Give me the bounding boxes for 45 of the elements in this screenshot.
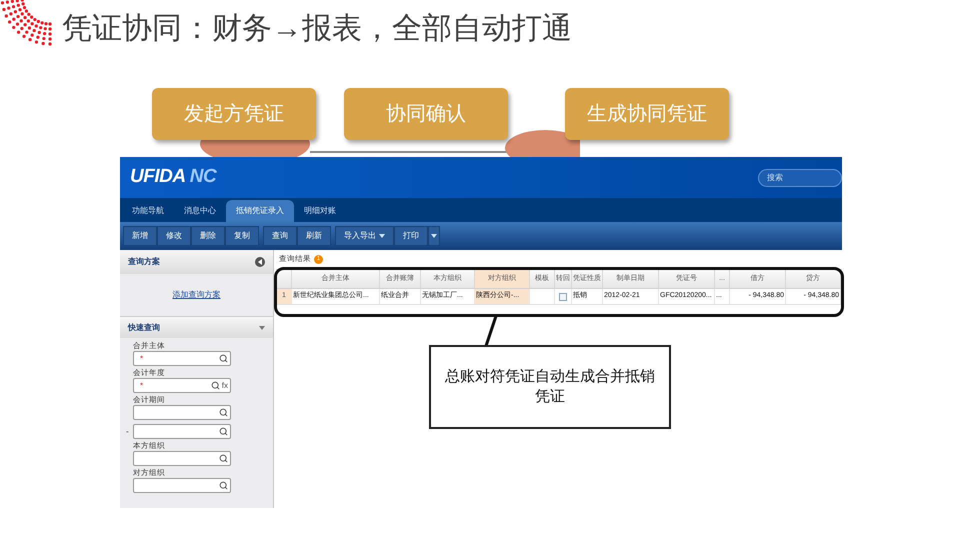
- toolbar-button[interactable]: 新增: [123, 226, 157, 246]
- search-icon[interactable]: [219, 454, 228, 463]
- caret-icon: [379, 234, 385, 238]
- app-logo: UFIDA NC: [130, 165, 216, 190]
- nav-tab[interactable]: 消息中心: [174, 200, 226, 222]
- toolbar-button[interactable]: 修改: [157, 226, 191, 246]
- flow-step: 生成协同凭证: [565, 88, 729, 140]
- lookup-field[interactable]: [133, 405, 231, 420]
- nav-tab[interactable]: 抵销凭证录入: [226, 200, 294, 222]
- panel-title: 查询方案: [128, 256, 160, 268]
- toolbar-button[interactable]: 删除: [191, 226, 225, 246]
- lookup-field[interactable]: [133, 478, 231, 493]
- caret-icon[interactable]: [259, 326, 265, 330]
- required-mark: *: [139, 352, 144, 364]
- lookup-field[interactable]: *: [133, 351, 231, 366]
- lookup-field[interactable]: [133, 451, 231, 466]
- toolbar-button[interactable]: 打印: [394, 226, 428, 246]
- panel-title: 快速查询: [128, 322, 160, 334]
- search-icon[interactable]: [219, 481, 228, 490]
- required-mark: *: [139, 380, 144, 392]
- lookup-field[interactable]: [133, 424, 231, 439]
- leader-line: [484, 316, 498, 346]
- toolbar-button[interactable]: 复制: [225, 226, 259, 246]
- checkbox[interactable]: [559, 292, 567, 300]
- add-query-link[interactable]: 添加查询方案: [172, 289, 220, 301]
- search-icon[interactable]: [219, 354, 228, 363]
- flow-step: 发起方凭证: [152, 88, 316, 140]
- callout-box: 总账对符凭证自动生成合并抵销凭证: [429, 345, 671, 429]
- nav-tab[interactable]: 明细对账: [294, 200, 346, 222]
- toolbar-button[interactable]: 查询: [263, 226, 297, 246]
- search-field[interactable]: 搜索: [758, 168, 842, 186]
- nav-tab[interactable]: 功能导航: [122, 200, 174, 222]
- caret-icon: [431, 234, 437, 238]
- toolbar-button[interactable]: 导入导出: [335, 226, 394, 246]
- collapse-icon[interactable]: [255, 257, 265, 267]
- toolbar-button[interactable]: 刷新: [297, 226, 331, 246]
- slide-title: 凭证协同：财务→报表，全部自动打通: [62, 12, 572, 45]
- search-icon[interactable]: [210, 381, 220, 390]
- formula-button[interactable]: fx: [222, 380, 228, 392]
- search-icon[interactable]: [219, 408, 228, 417]
- dropdown-button[interactable]: [428, 226, 440, 246]
- range-dash: -: [126, 426, 130, 438]
- search-icon[interactable]: [219, 427, 228, 436]
- flow-step: 协同确认: [344, 88, 508, 140]
- lookup-field[interactable]: * fx: [133, 378, 231, 393]
